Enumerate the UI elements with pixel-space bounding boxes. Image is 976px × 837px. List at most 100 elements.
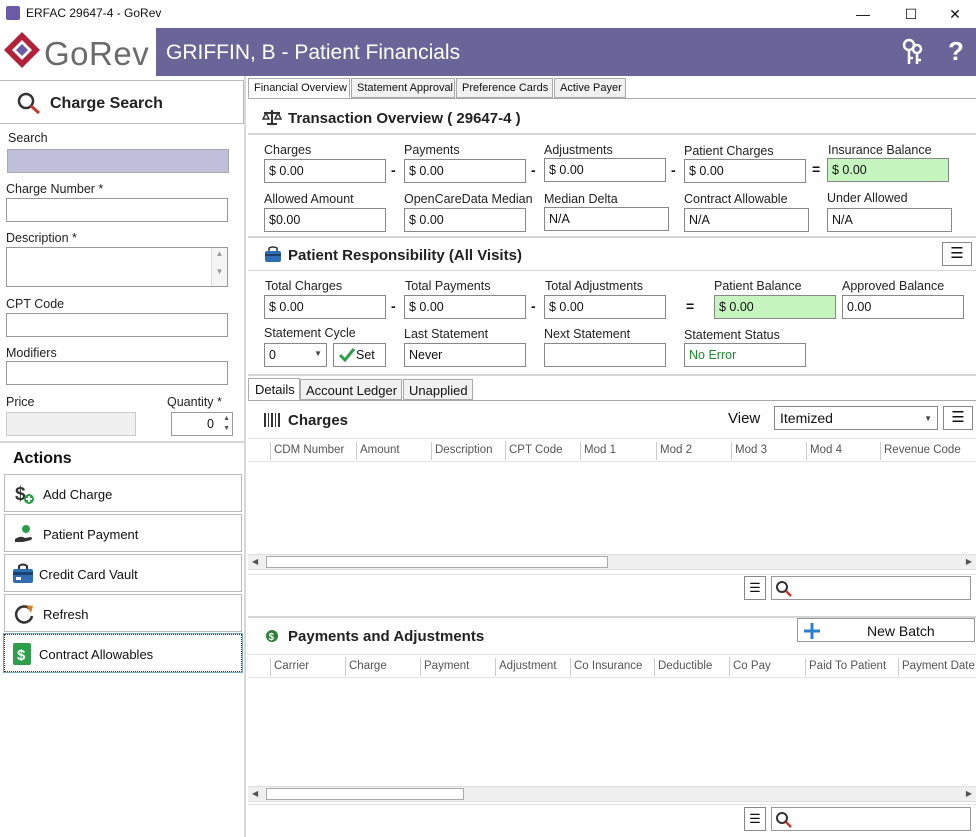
allowed-amount-field[interactable]: $0.00 [264, 208, 386, 232]
price-label: Price [6, 395, 35, 409]
next-statement-field[interactable] [544, 343, 666, 367]
tab-details[interactable]: Details [248, 378, 300, 400]
set-button[interactable]: Set [333, 343, 386, 367]
patient-balance-label: Patient Balance [714, 279, 802, 293]
total-payments-field[interactable]: $ 0.00 [404, 295, 526, 319]
ocd-median-field[interactable]: $ 0.00 [404, 208, 526, 232]
approved-balance-field[interactable]: 0.00 [842, 295, 964, 319]
page-title: GRIFFIN, B - Patient Financials [166, 41, 461, 64]
scroll-left-icon[interactable]: ◀ [252, 557, 258, 566]
description-field[interactable]: ▲ ▼ [6, 247, 228, 287]
column-payment-date[interactable]: Payment Date [902, 660, 975, 672]
column-separator [570, 658, 571, 676]
allowed-amount-label: Allowed Amount [264, 192, 354, 206]
tab-financial-overview[interactable]: Financial Overview [248, 78, 350, 98]
column-co-pay[interactable]: Co Pay [733, 660, 771, 672]
charges-title: Charges [288, 412, 349, 429]
patient-payment-button[interactable]: Patient Payment [4, 514, 242, 552]
refresh-button[interactable]: Refresh [4, 594, 242, 632]
credit-card-vault-button[interactable]: Credit Card Vault [4, 554, 242, 592]
contract-allowable-field[interactable]: N/A [684, 208, 809, 232]
scroll-right-icon[interactable]: ▶ [966, 789, 972, 798]
total-payments-label: Total Payments [405, 279, 491, 293]
under-allowed-field[interactable]: N/A [827, 208, 952, 232]
close-button[interactable]: ✕ [932, 0, 976, 28]
adjustments-field[interactable]: $ 0.00 [544, 158, 666, 182]
contract-allowables-button[interactable]: $ Contract Allowables [3, 633, 243, 673]
tab-unapplied[interactable]: Unapplied [403, 379, 473, 400]
tab-statement-approval[interactable]: Statement Approval [351, 78, 455, 98]
minimize-button[interactable]: — [840, 0, 886, 28]
patient-charges-field[interactable]: $ 0.00 [684, 159, 806, 183]
last-statement-field[interactable]: Never [404, 343, 526, 367]
scroll-left-icon[interactable]: ◀ [252, 789, 258, 798]
patient-menu-button[interactable]: ☰ [942, 242, 972, 266]
modifiers-label: Modifiers [6, 346, 57, 360]
statement-cycle-select[interactable]: 0 ▼ [264, 343, 327, 367]
scroll-thumb[interactable] [266, 788, 464, 800]
column-payment[interactable]: Payment [424, 660, 469, 672]
quantity-arrows-icon[interactable]: ▲ ▼ [223, 414, 230, 434]
next-statement-label: Next Statement [544, 327, 631, 341]
payments-table-header: Carrier Charge Payment Adjustment Co Ins… [248, 654, 976, 678]
column-mod-3[interactable]: Mod 3 [735, 444, 767, 456]
tab-preference-cards[interactable]: Preference Cards [456, 78, 553, 98]
charge-number-field[interactable] [6, 198, 228, 222]
column-separator [656, 442, 657, 460]
payments-horizontal-scrollbar[interactable]: ◀ ▶ [248, 786, 976, 802]
svg-text:$: $ [17, 647, 26, 664]
payments-adjustments-title: Payments and Adjustments [288, 628, 485, 645]
column-adjustment[interactable]: Adjustment [499, 660, 557, 672]
column-paid-to-patient[interactable]: Paid To Patient [809, 660, 886, 672]
view-select[interactable]: Itemized ▼ [774, 406, 938, 430]
charges-footer-menu-button[interactable]: ☰ [744, 576, 766, 600]
payments-filter-input[interactable] [771, 807, 971, 831]
tab-account-ledger[interactable]: Account Ledger [300, 379, 402, 400]
total-charges-field[interactable]: $ 0.00 [264, 295, 386, 319]
column-carrier[interactable]: Carrier [274, 660, 309, 672]
patient-balance-field[interactable]: $ 0.00 [714, 295, 836, 319]
description-scrollbar[interactable]: ▲ ▼ [211, 248, 227, 286]
column-charge[interactable]: Charge [349, 660, 387, 672]
column-revenue-code[interactable]: Revenue Code [884, 444, 961, 456]
minus-operator: - [531, 162, 536, 178]
maximize-button[interactable]: ☐ [888, 0, 934, 28]
column-description[interactable]: Description [435, 444, 493, 456]
search-input[interactable] [7, 149, 229, 173]
keys-icon[interactable] [900, 38, 926, 66]
add-charge-label: Add Charge [43, 487, 113, 502]
charges-field[interactable]: $ 0.00 [264, 159, 386, 183]
add-charge-button[interactable]: $ Add Charge [4, 474, 242, 512]
column-mod-4[interactable]: Mod 4 [810, 444, 842, 456]
column-separator [805, 658, 806, 676]
column-co-insurance[interactable]: Co Insurance [574, 660, 642, 672]
charges-horizontal-scrollbar[interactable]: ◀ ▶ [248, 554, 976, 570]
insurance-balance-field[interactable]: $ 0.00 [827, 158, 949, 182]
median-delta-field[interactable]: N/A [544, 207, 669, 231]
total-adjustments-field[interactable]: $ 0.00 [544, 295, 666, 319]
statement-status-field[interactable]: No Error [684, 343, 806, 367]
cpt-code-field[interactable] [6, 313, 228, 337]
charges-menu-button[interactable]: ☰ [943, 406, 973, 430]
scroll-thumb[interactable] [266, 556, 608, 568]
payments-footer-menu-button[interactable]: ☰ [744, 807, 766, 831]
price-field[interactable] [6, 412, 136, 436]
column-mod-1[interactable]: Mod 1 [584, 444, 616, 456]
column-mod-2[interactable]: Mod 2 [660, 444, 692, 456]
column-deductible[interactable]: Deductible [658, 660, 712, 672]
logo-text: GoRev [44, 35, 150, 72]
tab-active-payer[interactable]: Active Payer [554, 78, 626, 98]
new-batch-label: New Batch [867, 623, 935, 639]
help-icon[interactable]: ? [948, 36, 964, 67]
payments-field[interactable]: $ 0.00 [404, 159, 526, 183]
quantity-stepper[interactable]: 0 ▲ ▼ [171, 412, 233, 436]
column-cdm-number[interactable]: CDM Number [274, 444, 344, 456]
column-cpt-code[interactable]: CPT Code [509, 444, 562, 456]
modifiers-field[interactable] [6, 361, 228, 385]
column-amount[interactable]: Amount [360, 444, 400, 456]
patient-responsibility-title: Patient Responsibility (All Visits) [288, 247, 522, 264]
patient-payment-label: Patient Payment [43, 527, 139, 542]
charges-filter-input[interactable] [771, 576, 971, 600]
new-batch-button[interactable]: New Batch [797, 618, 975, 642]
scroll-right-icon[interactable]: ▶ [966, 557, 972, 566]
